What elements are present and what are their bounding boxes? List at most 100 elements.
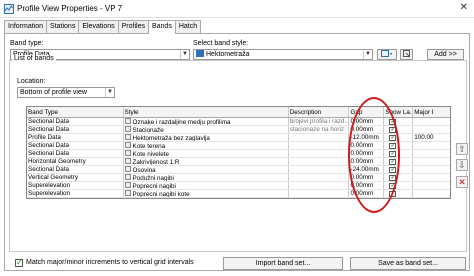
description-cell[interactable] xyxy=(289,142,350,149)
gap-cell[interactable]: 0.00mm xyxy=(349,150,385,157)
show-labels-checkbox[interactable] xyxy=(389,190,397,197)
show-labels-checkbox[interactable] xyxy=(389,118,397,125)
tab-information[interactable]: Information xyxy=(4,20,48,33)
description-cell[interactable] xyxy=(289,174,350,181)
show-labels-cell[interactable] xyxy=(384,134,414,141)
show-labels-cell[interactable] xyxy=(384,190,414,197)
style-cell[interactable]: Kote terena xyxy=(124,142,289,149)
band-type-cell[interactable]: Superelevation xyxy=(27,182,124,189)
style-cell[interactable]: Stacionaže xyxy=(124,126,289,133)
column-header-show-labels[interactable]: Show La... xyxy=(384,107,414,117)
description-cell[interactable] xyxy=(289,134,350,141)
delete-band-button[interactable]: ✕ xyxy=(456,176,468,188)
major-increment-cell[interactable] xyxy=(413,142,450,149)
gap-cell[interactable]: -24.00mm xyxy=(349,166,385,173)
major-increment-cell[interactable] xyxy=(413,150,450,157)
style-cell[interactable]: Podužni nagibi xyxy=(124,174,289,181)
description-cell[interactable] xyxy=(289,182,350,189)
show-labels-cell[interactable] xyxy=(384,166,414,173)
save-band-set-button[interactable]: Save as band set... xyxy=(350,257,466,270)
description-cell[interactable] xyxy=(289,166,350,173)
gap-cell[interactable]: 0.00mm xyxy=(349,126,385,133)
band-type-cell[interactable]: Sectional Data xyxy=(27,142,124,149)
band-style-dropdown[interactable]: Hektometraža ▼ xyxy=(193,49,373,60)
table-row[interactable]: Sectional Data Kote terena 0.00mm xyxy=(27,142,450,150)
show-labels-checkbox[interactable] xyxy=(389,166,397,173)
table-row[interactable]: Profile Data Hektometraža bez zaglavlja … xyxy=(27,134,450,142)
move-down-button[interactable]: ⇩ xyxy=(456,159,468,171)
gap-cell[interactable]: 0.00mm xyxy=(349,182,385,189)
table-row[interactable]: Sectional Data Oznake i razdaljine medju… xyxy=(27,118,450,126)
match-increments-checkbox[interactable] xyxy=(15,258,23,267)
band-type-cell[interactable]: Sectional Data xyxy=(27,126,124,133)
table-row[interactable]: Sectional Data Stacionaže stacionaze na … xyxy=(27,126,450,134)
close-icon[interactable]: ✕ xyxy=(460,2,468,13)
tab-elevations[interactable]: Elevations xyxy=(78,20,119,33)
table-row[interactable]: Superelevation Poprecni nagibi 0.00mm xyxy=(27,182,450,190)
import-band-set-button[interactable]: Import band set... xyxy=(223,257,343,270)
show-labels-checkbox[interactable] xyxy=(389,182,397,189)
column-header-major-increment[interactable]: Major I xyxy=(413,107,450,117)
show-labels-cell[interactable] xyxy=(384,158,414,165)
show-labels-checkbox[interactable] xyxy=(389,150,397,157)
band-type-cell[interactable]: Profile Data xyxy=(27,134,124,141)
band-type-cell[interactable]: Vertical Geometry xyxy=(27,174,124,181)
tab-profiles[interactable]: Profiles xyxy=(117,20,149,33)
major-increment-cell[interactable] xyxy=(413,126,450,133)
show-labels-cell[interactable] xyxy=(384,142,414,149)
column-header-band-type[interactable]: Band Type xyxy=(27,107,124,117)
table-row[interactable]: Sectional Data Osovina -24.00mm xyxy=(27,166,450,174)
major-increment-cell[interactable] xyxy=(413,174,450,181)
style-cell[interactable]: Zakrivljenost 1:R xyxy=(124,158,289,165)
band-type-cell[interactable]: Horizontal Geometry xyxy=(27,158,124,165)
show-labels-cell[interactable] xyxy=(384,174,414,181)
table-row[interactable]: Superelevation Poprecni nagibi kote 0.00… xyxy=(27,190,450,198)
show-labels-cell[interactable] xyxy=(384,126,414,133)
show-labels-checkbox[interactable] xyxy=(389,142,397,149)
band-type-cell[interactable]: Sectional Data xyxy=(27,118,124,125)
style-cell[interactable]: Kote nivelete xyxy=(124,150,289,157)
style-pick-button[interactable] xyxy=(400,49,413,60)
move-up-button[interactable]: ⇧ xyxy=(456,143,468,155)
table-row[interactable]: Horizontal Geometry Zakrivljenost 1:R 0.… xyxy=(27,158,450,166)
table-row[interactable]: Vertical Geometry Podužni nagibi 0.00mm xyxy=(27,174,450,182)
table-row[interactable]: Sectional Data Kote nivelete 0.00mm xyxy=(27,150,450,158)
style-edit-button[interactable] xyxy=(377,49,397,60)
style-cell[interactable]: Oznake i razdaljine medju profilima xyxy=(124,118,289,125)
major-increment-cell[interactable]: 100.00 xyxy=(413,134,450,141)
gap-cell[interactable]: 0.00mm xyxy=(349,118,385,125)
gap-cell[interactable]: 0.00mm xyxy=(349,174,385,181)
column-header-style[interactable]: Style xyxy=(124,107,289,117)
show-labels-checkbox[interactable] xyxy=(389,134,397,141)
column-header-description[interactable]: Description xyxy=(289,107,350,117)
show-labels-checkbox[interactable] xyxy=(389,158,397,165)
description-cell[interactable] xyxy=(289,150,350,157)
gap-cell[interactable]: 0.00mm xyxy=(349,158,385,165)
show-labels-cell[interactable] xyxy=(384,118,414,125)
show-labels-cell[interactable] xyxy=(384,182,414,189)
show-labels-cell[interactable] xyxy=(384,150,414,157)
band-type-cell[interactable]: Superelevation xyxy=(27,190,124,197)
tab-bands[interactable]: Bands xyxy=(147,20,176,34)
tab-stations[interactable]: Stations xyxy=(46,20,80,33)
description-cell[interactable]: brojevi profila i razd... xyxy=(289,118,350,125)
major-increment-cell[interactable] xyxy=(413,158,450,165)
style-cell[interactable]: Poprecni nagibi xyxy=(124,182,289,189)
major-increment-cell[interactable] xyxy=(413,166,450,173)
gap-cell[interactable]: -12.00mm xyxy=(349,134,385,141)
style-cell[interactable]: Osovina xyxy=(124,166,289,173)
gap-cell[interactable]: 0.00mm xyxy=(349,142,385,149)
description-cell[interactable]: stacionaze na horiz xyxy=(289,126,350,133)
gap-cell[interactable]: 0.00mm xyxy=(349,190,385,197)
description-cell[interactable] xyxy=(289,190,350,197)
show-labels-checkbox[interactable] xyxy=(389,174,397,181)
description-cell[interactable] xyxy=(289,158,350,165)
show-labels-checkbox[interactable] xyxy=(389,126,397,133)
band-type-cell[interactable]: Sectional Data xyxy=(27,166,124,173)
location-dropdown[interactable]: Bottom of profile view ▼ xyxy=(17,87,115,98)
column-header-gap[interactable]: Gap xyxy=(349,107,385,117)
style-cell[interactable]: Hektometraža bez zaglavlja xyxy=(124,134,289,141)
major-increment-cell[interactable] xyxy=(413,118,450,125)
band-type-cell[interactable]: Sectional Data xyxy=(27,150,124,157)
major-increment-cell[interactable] xyxy=(413,190,450,197)
